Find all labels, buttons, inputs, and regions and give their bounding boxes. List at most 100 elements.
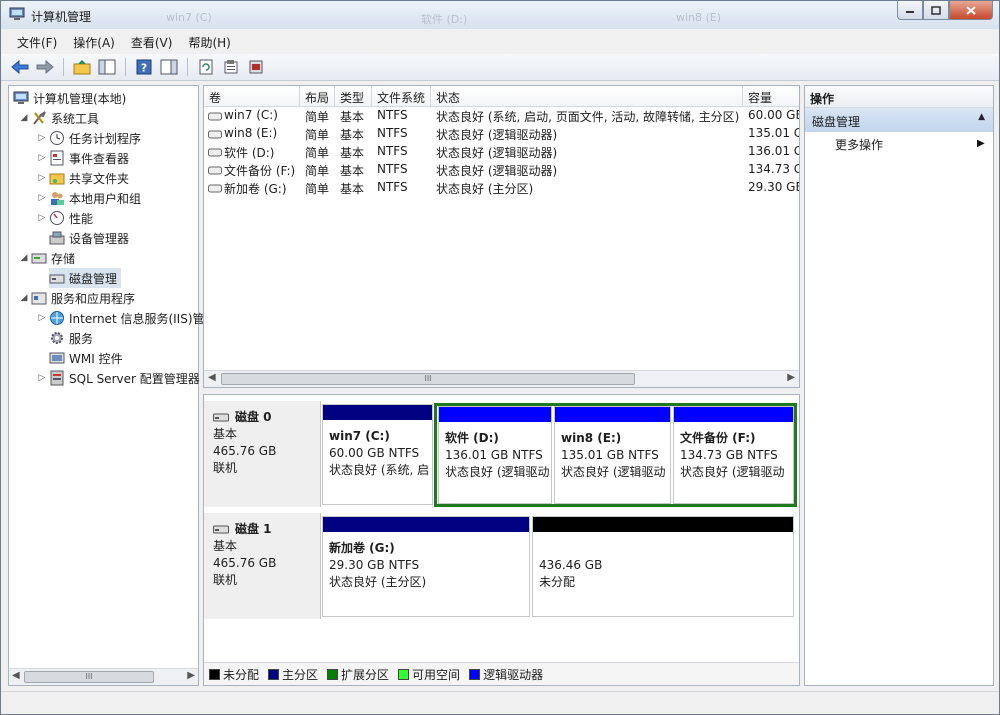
partition-name: 新加卷 (G:) — [329, 541, 395, 555]
table-row[interactable]: 软件 (D:) 简单 基本 NTFS 状态良好 (逻辑驱动器) 136.01 G… — [204, 144, 799, 162]
cell-volume: win8 (E:) — [224, 126, 278, 140]
partition-size: 60.00 GB NTFS — [329, 446, 420, 460]
title-bar: 计算机管理 win7 (C) 软件 (D:) win8 (E) — [1, 1, 999, 29]
menu-help[interactable]: 帮助(H) — [180, 31, 238, 53]
up-folder-button[interactable] — [71, 57, 93, 78]
disk-size: 465.76 GB — [213, 556, 277, 570]
tree-item-storage[interactable]: ◢ 存储 — [19, 248, 75, 268]
wmi-control-icon — [49, 352, 65, 364]
expand-icon[interactable]: ▷ — [37, 133, 47, 143]
legend-item: 扩展分区 — [327, 666, 389, 683]
maximize-button[interactable] — [923, 1, 949, 20]
status-bar — [1, 691, 999, 714]
minimize-button[interactable] — [897, 1, 923, 20]
help-button[interactable]: ? — [133, 57, 155, 78]
tree-item-iis[interactable]: ▷ Internet 信息服务(IIS)管 — [37, 308, 205, 328]
disk-0-label[interactable]: 磁盘 0 基本 465.76 GB 联机 — [204, 401, 321, 507]
scroll-right-icon[interactable]: ▶ — [787, 372, 795, 383]
disk-name: 磁盘 0 — [235, 410, 272, 424]
tree-label: 事件查看器 — [69, 151, 130, 166]
tree-horizontal-scrollbar[interactable]: ◀ III ▶ — [9, 668, 198, 685]
cell-layout: 简单 — [305, 146, 330, 160]
more-actions-label: 更多操作 — [835, 138, 884, 152]
scroll-thumb[interactable]: III — [221, 373, 635, 385]
window-title: 计算机管理 — [31, 10, 92, 24]
tree-item-services-apps[interactable]: ◢ 服务和应用程序 — [19, 288, 135, 308]
collapse-icon[interactable]: ◢ — [19, 113, 29, 123]
show-hide-tree-button[interactable] — [96, 57, 118, 78]
cell-layout: 简单 — [305, 128, 330, 142]
collapse-icon[interactable]: ◢ — [19, 253, 29, 263]
tree-item-device-manager[interactable]: 设备管理器 — [49, 228, 129, 248]
disk-state: 联机 — [213, 461, 238, 475]
expand-icon[interactable]: ▷ — [37, 153, 47, 163]
expand-icon[interactable]: ▷ — [37, 193, 47, 203]
column-header-layout[interactable]: 布局 — [300, 86, 335, 107]
column-header-filesystem[interactable]: 文件系统 — [372, 86, 431, 107]
actions-pane: 操作 磁盘管理 ▲ 更多操作 ▶ — [804, 85, 994, 686]
expand-icon[interactable]: ▷ — [37, 173, 47, 183]
menu-action[interactable]: 操作(A) — [65, 31, 123, 53]
tree-label: 设备管理器 — [69, 231, 130, 246]
column-header-capacity[interactable]: 容量 — [743, 86, 799, 107]
close-button[interactable] — [949, 1, 993, 20]
expand-icon[interactable]: ▷ — [37, 213, 47, 223]
forward-button[interactable] — [34, 57, 56, 78]
tree-item-local-users[interactable]: ▷ 本地用户和组 — [37, 188, 141, 208]
partition-g[interactable]: 新加卷 (G:) 29.30 GB NTFS 状态良好 (主分区) — [322, 516, 530, 617]
tree-item-wmi[interactable]: WMI 控件 — [49, 348, 123, 368]
back-arrow-icon — [11, 60, 29, 74]
legend-swatch — [268, 668, 280, 680]
volume-list-horizontal-scrollbar[interactable]: ◀ III ▶ — [204, 370, 799, 387]
refresh-button[interactable] — [195, 57, 217, 78]
scroll-thumb[interactable]: III — [24, 671, 154, 683]
partition-c[interactable]: win7 (C:) 60.00 GB NTFS 状态良好 (系统, 启 — [322, 404, 433, 505]
tree-label: 任务计划程序 — [69, 131, 142, 146]
device-manager-icon — [49, 231, 65, 245]
tree-item-system-tools[interactable]: ◢ 系统工具 — [19, 108, 99, 128]
table-row[interactable]: 新加卷 (G:) 简单 基本 NTFS 状态良好 (主分区) 29.30 GB — [204, 180, 799, 198]
menu-view[interactable]: 查看(V) — [123, 31, 181, 53]
table-row[interactable]: win7 (C:) 简单 基本 NTFS 状态良好 (系统, 启动, 页面文件,… — [204, 108, 799, 126]
disk-1-label[interactable]: 磁盘 1 基本 465.76 GB 联机 — [204, 513, 321, 619]
scroll-left-icon[interactable]: ◀ — [12, 670, 20, 681]
tree-label: 本地用户和组 — [69, 191, 142, 206]
tree-item-root[interactable]: 计算机管理(本地) — [13, 88, 126, 108]
partition-f[interactable]: 文件备份 (F:) 134.73 GB NTFS 状态良好 (逻辑驱动 — [673, 406, 794, 504]
tree-item-performance[interactable]: ▷ 性能 — [37, 208, 93, 228]
disk-properties-button[interactable] — [245, 57, 267, 78]
collapse-icon[interactable]: ◢ — [19, 293, 29, 303]
partition-size: 29.30 GB NTFS — [329, 558, 420, 572]
table-row[interactable]: 文件备份 (F:) 简单 基本 NTFS 状态良好 (逻辑驱动器) 134.73… — [204, 162, 799, 180]
computer-management-icon — [9, 7, 25, 20]
partition-e[interactable]: win8 (E:) 135.01 GB NTFS 状态良好 (逻辑驱动 — [554, 406, 671, 504]
scroll-left-icon[interactable]: ◀ — [208, 372, 216, 383]
partition-status: 状态良好 (逻辑驱动 — [561, 465, 666, 479]
collapse-up-icon[interactable]: ▲ — [978, 112, 985, 122]
table-row[interactable]: win8 (E:) 简单 基本 NTFS 状态良好 (逻辑驱动器) 135.01… — [204, 126, 799, 144]
more-actions-item[interactable]: 更多操作 — [835, 136, 883, 153]
back-button[interactable] — [9, 57, 31, 78]
unallocated-space[interactable]: 436.46 GB 未分配 — [532, 516, 794, 617]
expand-icon[interactable]: ▷ — [37, 373, 47, 383]
submenu-arrow-icon[interactable]: ▶ — [977, 138, 985, 149]
tree-item-disk-management[interactable]: 磁盘管理 — [49, 268, 122, 288]
tree-item-services[interactable]: 服务 — [49, 328, 93, 348]
column-header-status[interactable]: 状态 — [431, 86, 743, 107]
partition-size: 134.73 GB NTFS — [680, 448, 778, 462]
tree-item-event-viewer[interactable]: ▷ 事件查看器 — [37, 148, 129, 168]
computer-management-window: 计算机管理 win7 (C) 软件 (D:) win8 (E) 文件(F) 操作… — [0, 0, 1000, 715]
toolbar-separator — [125, 58, 126, 76]
scroll-right-icon[interactable]: ▶ — [187, 670, 195, 681]
expand-icon[interactable]: ▷ — [37, 313, 47, 323]
actions-section-disk-management[interactable]: 磁盘管理 ▲ — [805, 108, 993, 132]
tree-item-shared-folders[interactable]: ▷ 共享文件夹 — [37, 168, 129, 188]
tree-item-task-scheduler[interactable]: ▷ 任务计划程序 — [37, 128, 141, 148]
show-hide-action-pane-button[interactable] — [158, 57, 180, 78]
menu-file[interactable]: 文件(F) — [9, 31, 65, 53]
partition-d[interactable]: 软件 (D:) 136.01 GB NTFS 状态良好 (逻辑驱动 — [438, 406, 552, 504]
column-header-volume[interactable]: 卷 — [204, 86, 300, 107]
properties-button[interactable] — [220, 57, 242, 78]
tree-item-sql-server[interactable]: ▷ SQL Server 配置管理器 — [37, 368, 200, 388]
column-header-type[interactable]: 类型 — [335, 86, 372, 107]
